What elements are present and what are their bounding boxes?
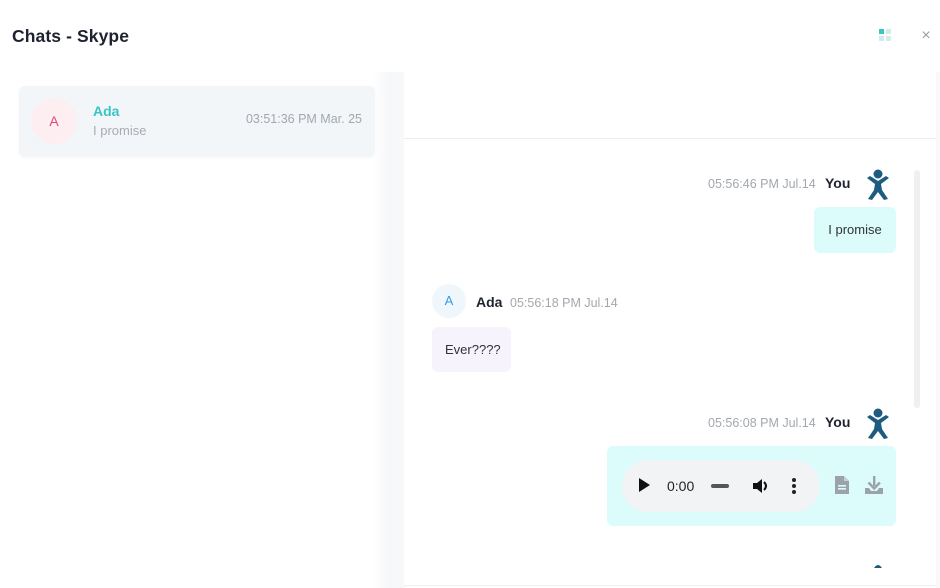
panel-edge bbox=[936, 72, 940, 588]
last-message-preview: I promise bbox=[93, 123, 147, 138]
contact-name: Ada bbox=[93, 103, 120, 119]
last-message-time: 03:51:36 PM Mar. 25 bbox=[245, 112, 362, 126]
scrollbar[interactable] bbox=[914, 170, 920, 408]
person-icon bbox=[874, 565, 882, 568]
conversation-header bbox=[404, 72, 936, 139]
message-timestamp: 05:56:46 PM Jul.14 bbox=[708, 177, 816, 191]
more-options-icon[interactable] bbox=[791, 477, 797, 495]
header: Chats - Skype × bbox=[0, 0, 940, 72]
message-timestamp: 05:56:08 PM Jul.14 bbox=[708, 416, 816, 430]
avatar: A bbox=[31, 98, 77, 144]
message-sender: You bbox=[825, 175, 851, 191]
message-bubble: I promise bbox=[814, 207, 896, 253]
person-icon bbox=[867, 169, 889, 200]
audio-current-time: 0:00 bbox=[667, 478, 695, 494]
audio-player[interactable]: 0:00 bbox=[622, 460, 820, 512]
message-timestamp: 05:56:18 PM Jul.14 bbox=[510, 296, 618, 310]
chat-list-item[interactable]: A Ada I promise 03:51:36 PM Mar. 25 bbox=[19, 86, 375, 157]
close-icon[interactable]: × bbox=[918, 28, 934, 44]
volume-icon[interactable] bbox=[751, 477, 771, 495]
download-icon[interactable] bbox=[864, 475, 884, 495]
message-bubble: Ever???? bbox=[432, 327, 511, 372]
message-sender: Ada bbox=[476, 294, 503, 310]
window-title: Chats - Skype bbox=[12, 26, 130, 46]
chat-list: A Ada I promise 03:51:36 PM Mar. 25 bbox=[0, 72, 380, 588]
play-icon[interactable] bbox=[639, 478, 650, 492]
audio-progress-slider[interactable] bbox=[711, 484, 729, 488]
message-sender: You bbox=[825, 414, 851, 430]
file-icon[interactable] bbox=[834, 475, 850, 495]
panel-divider bbox=[372, 72, 406, 588]
person-icon bbox=[867, 408, 889, 439]
avatar: A bbox=[432, 284, 466, 318]
grid-icon[interactable] bbox=[879, 29, 893, 43]
